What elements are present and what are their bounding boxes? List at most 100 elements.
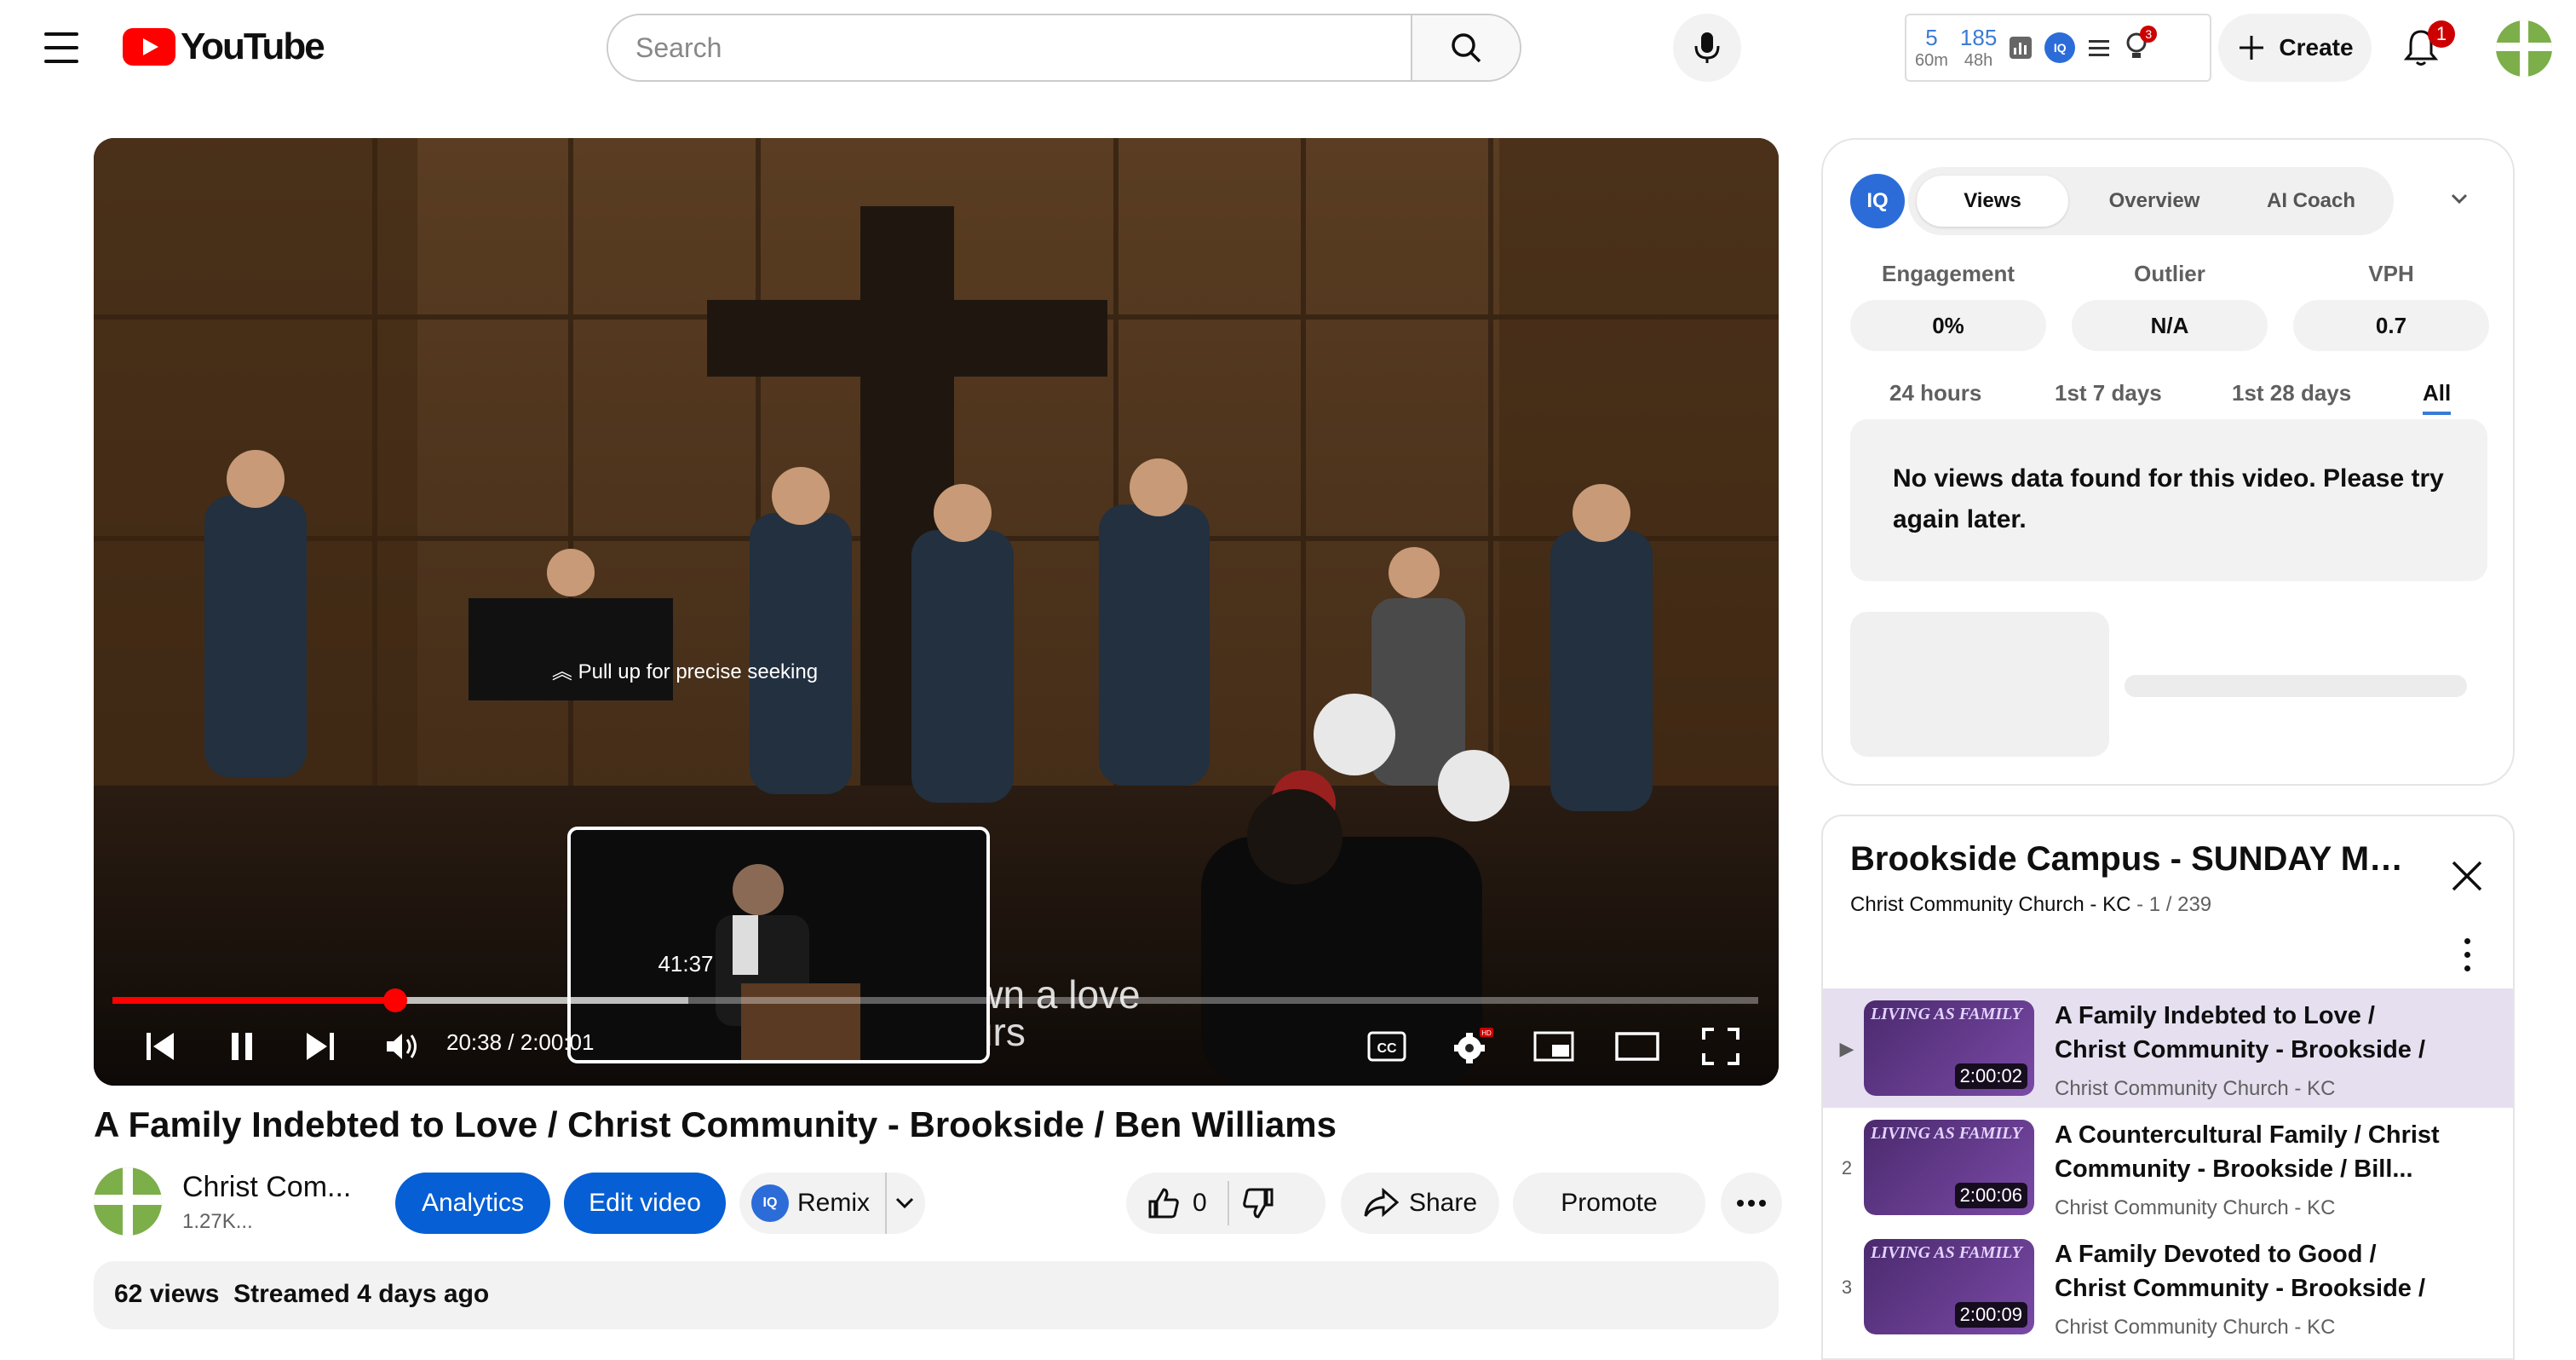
range-tab-all[interactable]: All xyxy=(2423,380,2452,415)
metric-value-outlier: N/A xyxy=(2072,300,2268,351)
previous-button[interactable] xyxy=(136,1023,184,1070)
no-data-message: No views data found for this video. Plea… xyxy=(1850,419,2487,581)
voice-search-button[interactable] xyxy=(1673,14,1741,82)
remix-button[interactable]: IQ Remix xyxy=(739,1173,925,1234)
playlist-item[interactable]: ▶ LIVING AS FAMILY 2:00:02 A Family Indeb… xyxy=(1823,988,2513,1108)
more-actions-button[interactable] xyxy=(1721,1173,1782,1234)
miniplayer-button[interactable] xyxy=(1530,1023,1578,1070)
microphone-icon xyxy=(1694,32,1720,63)
pause-button[interactable] xyxy=(218,1023,266,1070)
svg-text:HD: HD xyxy=(1481,1029,1492,1037)
channel-avatar[interactable] xyxy=(94,1167,162,1236)
share-button[interactable]: Share xyxy=(1341,1173,1499,1234)
stat-value: 185 xyxy=(1959,25,1998,50)
time-display: 20:38 / 2:00:01 xyxy=(446,1029,595,1055)
vidiq-toolbar: 5 60m 185 48h IQ 3 xyxy=(1905,14,2211,82)
skip-previous-icon xyxy=(147,1033,174,1060)
seek-hint-text: Pull up for precise seeking xyxy=(578,660,819,683)
edit-video-button[interactable]: Edit video xyxy=(564,1173,726,1234)
playlist-item-index: ▶ xyxy=(1839,1038,1854,1059)
stat-value: 5 xyxy=(1925,25,1938,50)
tab-overview[interactable]: Overview xyxy=(2079,176,2230,227)
tab-ai-coach[interactable]: AI Coach xyxy=(2235,176,2387,227)
promote-button[interactable]: Promote xyxy=(1513,1173,1705,1234)
metric-label-vph: VPH xyxy=(2368,261,2414,286)
playlist-item-channel: Christ Community Church - KC xyxy=(2055,1196,2336,1219)
youtube-logo[interactable]: YouTube xyxy=(123,26,325,68)
metric-value-vph: 0.7 xyxy=(2293,300,2489,351)
more-horizontal-icon xyxy=(1737,1200,1766,1207)
skip-next-icon xyxy=(307,1033,334,1060)
playlist-item[interactable]: 3 LIVING AS FAMILY 2:00:09 A Family Devot… xyxy=(1823,1227,2513,1346)
volume-icon xyxy=(387,1034,417,1059)
vidiq-icon[interactable]: IQ xyxy=(2044,32,2076,63)
ideas-button[interactable]: 3 xyxy=(2123,25,2158,66)
scrubber-handle[interactable] xyxy=(382,988,407,1012)
chevron-down-icon[interactable] xyxy=(2450,193,2469,205)
stat-label: 48h xyxy=(1964,51,1993,70)
dislike-icon[interactable] xyxy=(1241,1186,1275,1220)
mute-button[interactable] xyxy=(378,1023,426,1070)
stat-48h[interactable]: 185 48h xyxy=(1960,26,1997,69)
analytics-button[interactable]: Analytics xyxy=(395,1173,550,1234)
like-icon[interactable] xyxy=(1147,1186,1181,1220)
share-icon xyxy=(1364,1188,1399,1218)
stat-60m[interactable]: 5 60m xyxy=(1915,26,1948,69)
video-player[interactable]: I've never known a love Like yours ︽ Pul… xyxy=(94,138,1779,1086)
playlist-channel[interactable]: Christ Community Church - KC xyxy=(1850,893,2130,916)
tab-views[interactable]: Views xyxy=(1917,176,2068,227)
svg-text:CC: CC xyxy=(1377,1041,1397,1056)
stat-label: 60m xyxy=(1915,51,1948,70)
playlist-thumbnail: LIVING AS FAMILY 2:00:06 xyxy=(1864,1120,2034,1215)
metric-label-outlier: Outlier xyxy=(2134,261,2205,286)
playlist-item-title: A Countercultural Family / Christ Commun… xyxy=(2055,1121,2440,1183)
cross-logo-icon xyxy=(94,1167,162,1236)
youtube-play-icon xyxy=(123,28,175,66)
fullscreen-button[interactable] xyxy=(1697,1023,1745,1070)
notifications-button[interactable]: 1 xyxy=(2390,17,2455,78)
fullscreen-icon xyxy=(1702,1028,1739,1065)
more-vertical-icon[interactable] xyxy=(2453,934,2481,975)
settings-button[interactable]: HD xyxy=(1446,1023,1498,1070)
channel-name[interactable]: Christ Com... xyxy=(182,1171,351,1204)
range-tab-28-days[interactable]: 1st 28 days xyxy=(2232,380,2351,406)
subscriber-count: 1.27K... xyxy=(182,1210,253,1233)
close-icon[interactable] xyxy=(2447,856,2487,896)
remix-label: Remix xyxy=(797,1189,871,1217)
account-avatar[interactable] xyxy=(2496,20,2552,77)
captions-button[interactable]: CC xyxy=(1363,1023,1411,1070)
playlist-item[interactable]: 2 LIVING AS FAMILY 2:00:06 A Countercultu… xyxy=(1823,1108,2513,1227)
menu-icon[interactable] xyxy=(41,27,82,68)
vidiq-icon: IQ xyxy=(751,1184,789,1222)
search-button[interactable] xyxy=(1411,15,1520,80)
next-button[interactable] xyxy=(296,1023,344,1070)
playlist-item-index: 2 xyxy=(1841,1157,1853,1178)
progress-bar[interactable] xyxy=(112,988,1758,1012)
masthead: YouTube 560m 18548h IQ 3 Create 1 xyxy=(0,0,2576,95)
pause-icon xyxy=(232,1033,252,1060)
duration-badge: 2:00:02 xyxy=(1954,1063,2027,1089)
thumbnail-brand: LIVING AS FAMILY xyxy=(1871,1243,2022,1262)
metric-label-engagement: Engagement xyxy=(1881,261,2015,286)
playlist-item-index: 3 xyxy=(1841,1276,1853,1298)
playlist-item-title: A Family Devoted to Good / Christ Commun… xyxy=(2055,1241,2426,1302)
seek-preview-thumbnail xyxy=(567,827,990,1063)
playlist-thumbnail: LIVING AS FAMILY 2:00:09 xyxy=(1864,1239,2034,1334)
description-box[interactable]: 62 views Streamed 4 days ago xyxy=(94,1261,1779,1329)
vidiq-logo-icon: IQ xyxy=(1850,174,1905,228)
progress-played xyxy=(112,997,395,1004)
stream-date: Streamed 4 days ago xyxy=(233,1280,490,1308)
theater-mode-button[interactable] xyxy=(1612,1023,1663,1070)
playlist-title[interactable]: Brookside Campus - SUNDAY Messa... xyxy=(1850,840,2412,879)
loading-skeleton-line xyxy=(2125,675,2467,697)
thumbnail-brand: LIVING AS FAMILY xyxy=(1871,1124,2022,1143)
range-tab-24-hours[interactable]: 24 hours xyxy=(1889,380,1981,406)
bar-chart-icon[interactable] xyxy=(2009,36,2033,60)
miniplayer-icon xyxy=(1533,1031,1574,1062)
range-tab-7-days[interactable]: 1st 7 days xyxy=(2055,380,2162,406)
create-button[interactable]: Create xyxy=(2218,14,2372,82)
list-icon[interactable] xyxy=(2087,37,2111,58)
chevron-down-icon[interactable] xyxy=(895,1197,914,1209)
like-dislike-group: 0 xyxy=(1126,1173,1325,1234)
search-input[interactable] xyxy=(608,15,1411,80)
